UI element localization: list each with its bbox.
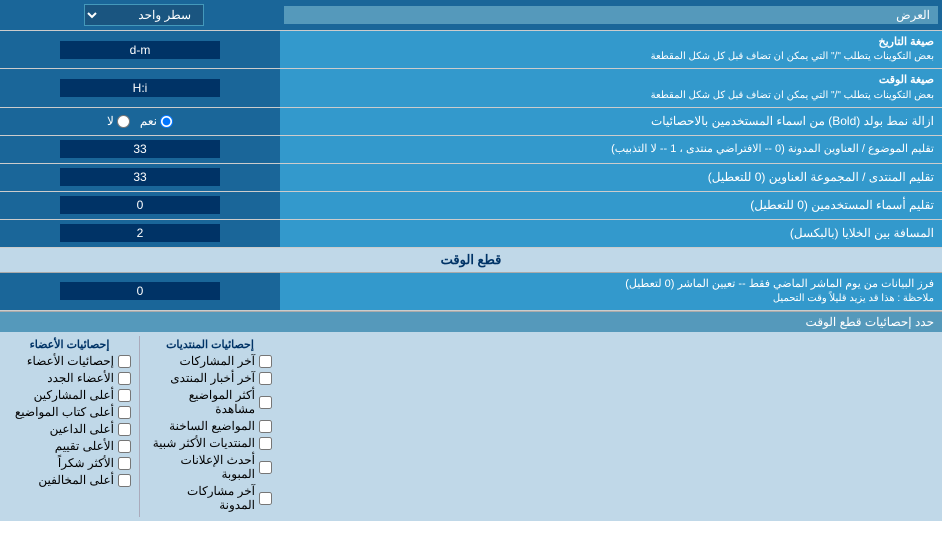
date-format-label: صيغة التاريخ بعض التكوينات يتطلب "/" الت… — [280, 31, 942, 68]
cell-spacing-label: المسافة بين الخلايا (بالبكسل) — [280, 220, 942, 247]
cb-top-inviters: أعلى الداعين — [8, 422, 131, 436]
topic-header-label: تقليم الموضوع / العناوين المدونة (0 -- ا… — [280, 136, 942, 163]
cutoff-time-label: فرز البيانات من يوم الماشر الماضي فقط --… — [280, 273, 942, 310]
username-label: تقليم أسماء المستخدمين (0 للتعطيل) — [280, 192, 942, 219]
stats-section-title: حدد إحصائيات قطع الوقت — [280, 312, 942, 332]
cb-member-stats: إحصائيات الأعضاء — [8, 354, 131, 368]
cb-top-rated-input[interactable] — [118, 440, 131, 453]
cb-similar-forums-input[interactable] — [259, 437, 272, 450]
time-format-input-cell — [0, 69, 280, 106]
forum-header-row: تقليم المنتدى / المجموعة العناوين (0 للت… — [0, 164, 942, 192]
cutoff-time-row: فرز البيانات من يوم الماشر الماضي فقط --… — [0, 273, 942, 311]
stats-header-row: حدد إحصائيات قطع الوقت — [0, 312, 942, 332]
header-row: العرض سطر واحد — [0, 0, 942, 31]
cutoff-time-input[interactable] — [60, 282, 220, 300]
username-row: تقليم أسماء المستخدمين (0 للتعطيل) — [0, 192, 942, 220]
forum-stats-header: إحصائيات المنتديات — [148, 338, 272, 351]
stats-section: حدد إحصائيات قطع الوقت إحصائيات المنتديا… — [0, 311, 942, 521]
radio-yes[interactable] — [160, 115, 173, 128]
forum-header-label: تقليم المنتدى / المجموعة العناوين (0 للت… — [280, 164, 942, 191]
cb-top-topic-writers: أعلى كتاب المواضيع — [8, 405, 131, 419]
date-format-input[interactable] — [60, 41, 220, 59]
cutoff-section-header: قطع الوقت — [0, 248, 942, 273]
bold-remove-label: ازالة نمط بولد (Bold) من اسماء المستخدمي… — [280, 108, 942, 135]
cb-most-thanked-input[interactable] — [118, 457, 131, 470]
forum-header-input[interactable] — [60, 168, 220, 186]
cb-top-posters-input[interactable] — [118, 389, 131, 402]
forum-header-input-cell — [0, 164, 280, 191]
cutoff-time-input-cell — [0, 273, 280, 310]
cb-similar-forums: المنتديات الأكثر شبية — [148, 436, 272, 450]
radio-no[interactable] — [117, 115, 130, 128]
cb-new-members: الأعضاء الجدد — [8, 371, 131, 385]
cb-top-topic-writers-input[interactable] — [118, 406, 131, 419]
cb-most-viewed: أكثر المواضيع مشاهدة — [148, 388, 272, 416]
cell-spacing-row: المسافة بين الخلايا (بالبكسل) — [0, 220, 942, 248]
cb-forum-news: آخر أخبار المنتدى — [148, 371, 272, 385]
cell-spacing-input-cell — [0, 220, 280, 247]
date-format-input-cell — [0, 31, 280, 68]
cb-top-posters: أعلى المشاركين — [8, 388, 131, 402]
forum-stats-col: إحصائيات المنتديات آخر المشاركات آخر أخب… — [140, 336, 280, 517]
cb-top-rated: الأعلى تقييم — [8, 439, 131, 453]
display-dropdown[interactable]: سطر واحد — [84, 4, 204, 26]
cb-hot-topics: المواضيع الساخنة — [148, 419, 272, 433]
cell-spacing-input[interactable] — [60, 224, 220, 242]
time-format-input[interactable] — [60, 79, 220, 97]
cb-hot-topics-input[interactable] — [259, 420, 272, 433]
date-format-row: صيغة التاريخ بعض التكوينات يتطلب "/" الت… — [0, 31, 942, 69]
empty-col — [280, 336, 942, 517]
checkboxes-area: إحصائيات المنتديات آخر المشاركات آخر أخب… — [0, 332, 942, 521]
cb-blog-posts-input[interactable] — [259, 492, 272, 505]
cb-most-thanked: الأكثر شكراً — [8, 456, 131, 470]
member-stats-col: إحصائيات الأعضاء إحصائيات الأعضاء الأعضا… — [0, 336, 140, 517]
bold-remove-row: ازالة نمط بولد (Bold) من اسماء المستخدمي… — [0, 108, 942, 136]
bold-remove-radio-cell: نعم لا — [0, 108, 280, 135]
radio-no-label[interactable]: لا — [107, 114, 130, 128]
member-stats-header: إحصائيات الأعضاء — [8, 338, 131, 351]
cb-latest-ads: أحدث الإعلانات المبوبة — [148, 453, 272, 481]
topic-header-input-cell — [0, 136, 280, 163]
cb-top-violators-input[interactable] — [118, 474, 131, 487]
cb-latest-ads-input[interactable] — [259, 461, 272, 474]
cb-top-inviters-input[interactable] — [118, 423, 131, 436]
cb-most-viewed-input[interactable] — [259, 396, 272, 409]
time-format-label: صيغة الوقت بعض التكوينات يتطلب "/" التي … — [280, 69, 942, 106]
cb-top-violators: أعلى المخالفين — [8, 473, 131, 487]
username-input[interactable] — [60, 196, 220, 214]
cb-forum-news-input[interactable] — [259, 372, 272, 385]
cb-new-members-input[interactable] — [118, 372, 131, 385]
cb-last-posts: آخر المشاركات — [148, 354, 272, 368]
cb-member-stats-input[interactable] — [118, 355, 131, 368]
radio-yes-label[interactable]: نعم — [140, 114, 173, 128]
topic-header-input[interactable] — [60, 140, 220, 158]
topic-header-row: تقليم الموضوع / العناوين المدونة (0 -- ا… — [0, 136, 942, 164]
username-input-cell — [0, 192, 280, 219]
field-label: العرض — [284, 6, 938, 24]
cb-last-posts-input[interactable] — [259, 355, 272, 368]
cb-blog-posts: آخر مشاركات المدونة — [148, 484, 272, 512]
time-format-row: صيغة الوقت بعض التكوينات يتطلب "/" التي … — [0, 69, 942, 107]
